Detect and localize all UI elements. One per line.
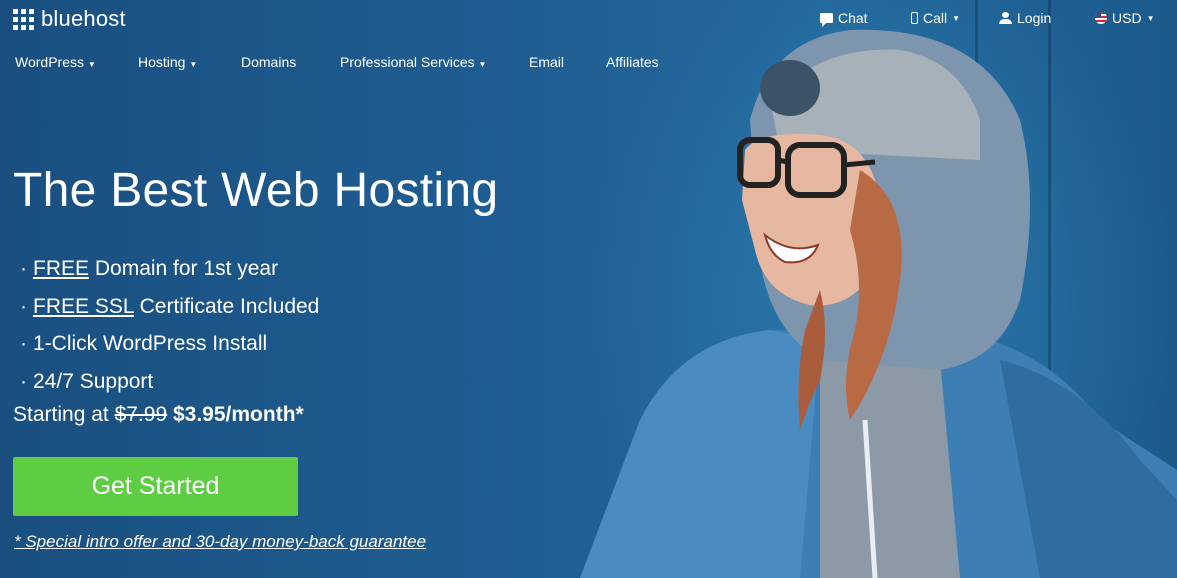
feature-text: 1-Click WordPress Install [33,332,268,355]
list-item: · FREE Domain for 1st year [20,250,319,288]
nav-label: Email [529,54,565,70]
nav-item-email[interactable]: Email [529,54,564,70]
caret-down-icon: ▼ [87,60,96,69]
feature-text: Certificate Included [133,294,320,318]
chat-icon [820,13,833,27]
call-label: Call [923,10,948,26]
list-item: · 1-Click WordPress Install [20,325,319,363]
bullet-icon: · [20,332,27,355]
old-price: $7.99 [114,403,168,426]
nav-label: Domains [241,54,297,70]
nav-label: Affiliates [606,54,659,70]
feature-highlight-link[interactable]: FREE SSL [33,295,134,318]
top-bar: bluehost Chat Call ▼ Login USD ▼ [0,0,1177,36]
user-icon [999,12,1012,24]
nav-label: Hosting [138,54,186,70]
feature-text: Domain for 1st year [89,257,279,280]
grid-logo-icon [13,8,34,30]
offer-disclaimer-link[interactable]: * Special intro offer and 30-day money-b… [14,532,426,552]
nav-label: WordPress [15,54,84,70]
caret-down-icon: ▼ [189,60,198,69]
chat-label: Chat [838,10,868,26]
nav-item-domains[interactable]: Domains [241,54,296,70]
feature-list: · FREE Domain for 1st year · FREE SSL Cert… [20,250,319,400]
bullet-icon: · [20,257,27,280]
list-item: · 24/7 Support [20,363,319,401]
bluehost-logo[interactable]: bluehost [13,6,126,32]
feature-text: 24/7 Support [33,369,154,393]
get-started-button[interactable]: Get Started [13,457,298,516]
call-dropdown[interactable]: Call ▼ [911,10,960,26]
nav-item-affiliates[interactable]: Affiliates [606,54,659,70]
nav-item-wordpress[interactable]: WordPress ▼ [15,54,96,70]
bullet-icon: · [20,369,27,393]
nav-item-hosting[interactable]: Hosting ▼ [138,54,197,70]
login-label: Login [1017,10,1052,26]
nav-item-professional-services[interactable]: Professional Services ▼ [340,54,486,70]
caret-down-icon: ▼ [952,13,961,23]
list-item: · FREE SSL Certificate Included [20,288,319,326]
hero-title: The Best Web Hosting [13,164,499,217]
pricing-prefix: Starting at [13,403,109,426]
bullet-icon: · [20,294,27,318]
caret-down-icon: ▼ [1146,13,1155,23]
currency-dropdown[interactable]: USD ▼ [1095,10,1154,26]
chat-link[interactable]: Chat [820,10,868,27]
feature-highlight-link[interactable]: FREE [33,257,89,280]
us-flag-icon [1095,12,1107,24]
hero-person-photo [580,29,1177,578]
currency-label: USD [1112,10,1142,26]
caret-down-icon: ▼ [478,60,487,69]
login-link[interactable]: Login [999,10,1051,26]
phone-icon [911,12,918,24]
new-price: $3.95/month* [172,403,304,426]
pricing-line: Starting at $7.99 $3.95/month* [13,403,304,427]
nav-label: Professional Services [340,54,475,70]
brand-name: bluehost [41,6,126,31]
